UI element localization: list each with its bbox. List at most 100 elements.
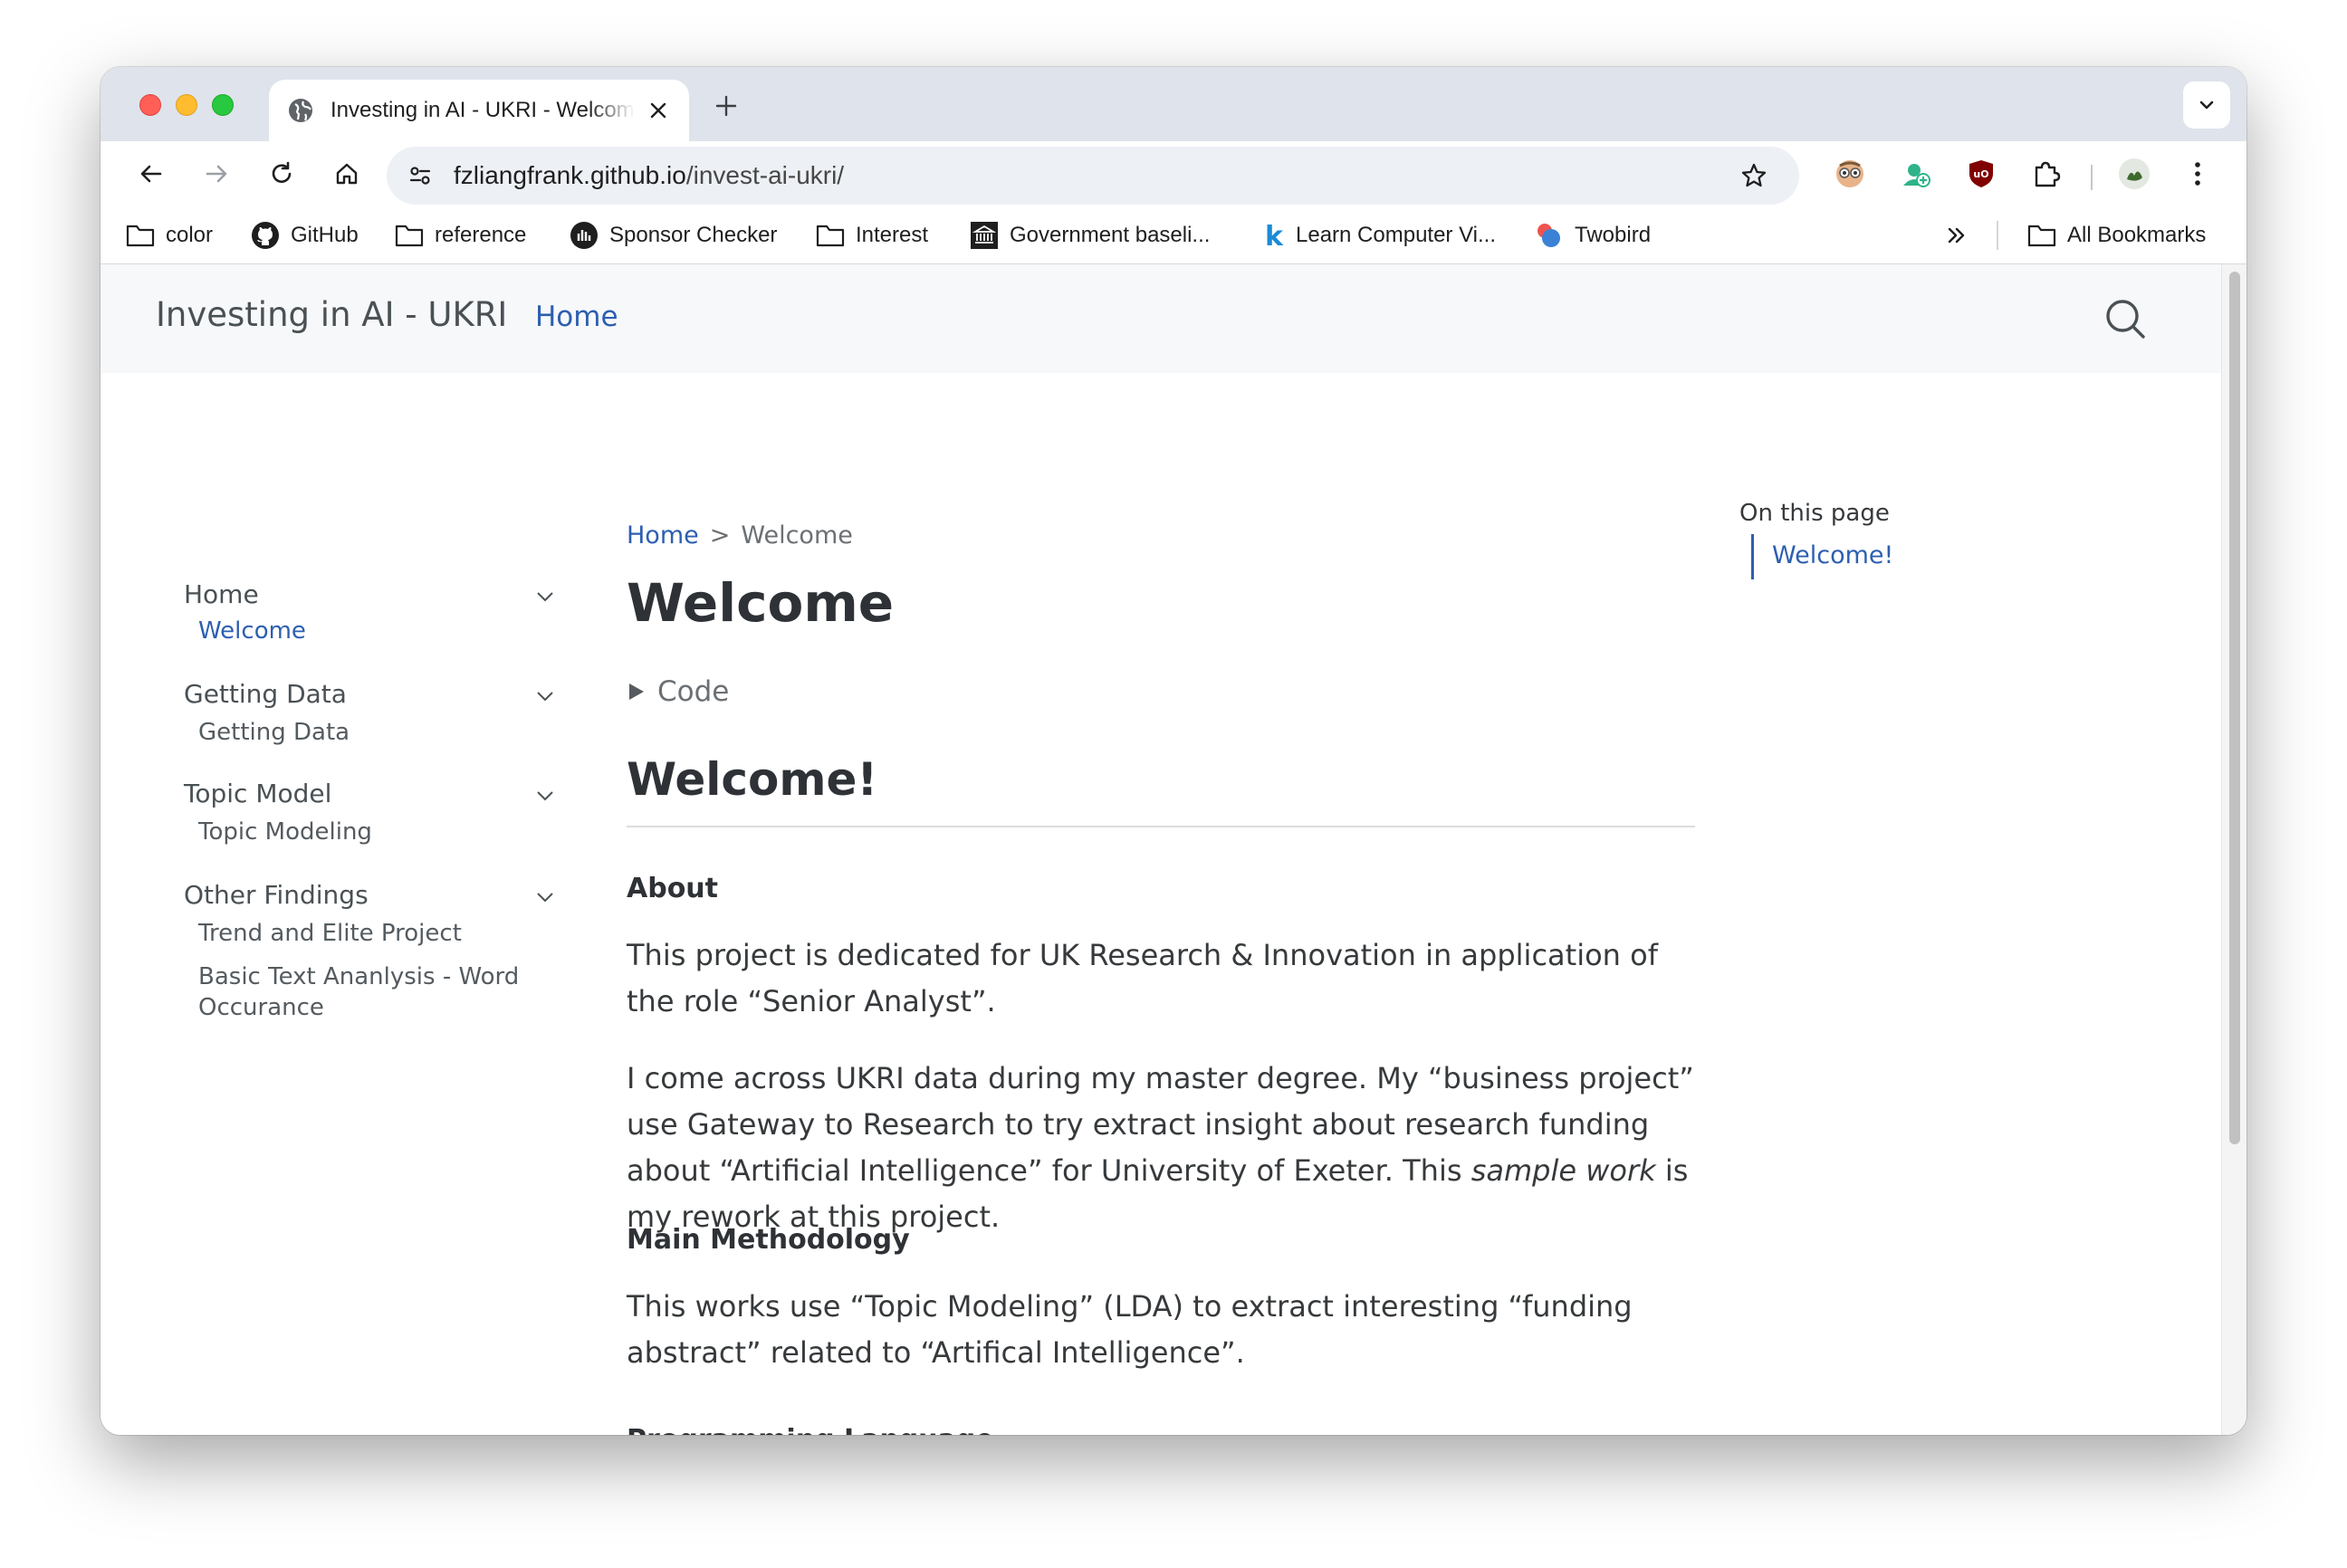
all-bookmarks-button[interactable]: All Bookmarks — [2027, 217, 2206, 253]
bookmark-label: Government baseli... — [1010, 223, 1211, 247]
url-text[interactable]: fzliangfrank.github.io/invest-ai-ukri/ — [454, 161, 844, 190]
bookmark-github[interactable]: GitHub — [251, 217, 359, 253]
toolbar-separator — [2091, 165, 2093, 190]
bookmark-label: Learn Computer Vi... — [1296, 223, 1497, 247]
methodology-heading: Main Methodology — [627, 1224, 910, 1256]
about-paragraph: This project is dedicated for UK Researc… — [627, 938, 1658, 1018]
background-paragraph: I come across UKRI data during my master… — [627, 1056, 1695, 1240]
code-toggle-label: Code — [657, 675, 730, 708]
folder-icon — [816, 225, 845, 247]
chevron-down-icon[interactable] — [532, 583, 559, 610]
methodology-paragraph: This works use “Topic Modeling” (LDA) to… — [627, 1289, 1633, 1370]
chevron-down-icon[interactable] — [532, 683, 559, 710]
bookmarks-overflow-button[interactable] — [1944, 217, 1980, 253]
bookmark-folder-interest[interactable]: Interest — [816, 217, 928, 253]
github-icon — [252, 222, 279, 249]
chevron-down-icon — [2199, 100, 2214, 110]
profile-avatar[interactable] — [2114, 154, 2154, 194]
new-tab-button[interactable] — [709, 89, 743, 123]
k-letter-icon: k — [1265, 221, 1284, 250]
search-button[interactable] — [2102, 295, 2149, 342]
page-scrollbar[interactable] — [2221, 264, 2246, 1435]
code-toggle[interactable]: Code — [627, 675, 729, 708]
folder-icon — [395, 225, 424, 247]
extensions-puzzle-icon[interactable] — [2026, 154, 2066, 194]
breadcrumb-current: Welcome — [741, 521, 853, 550]
home-icon — [336, 163, 358, 185]
double-chevron-right-icon — [1948, 227, 1965, 244]
heading-divider — [627, 826, 1695, 827]
bookmark-label: reference — [435, 223, 527, 247]
bookmark-sponsor-checker[interactable]: Sponsor Checker — [570, 217, 777, 253]
government-icon — [971, 222, 998, 249]
page-viewport: Investing in AI - UKRI Home Home Welcome… — [101, 264, 2246, 1435]
browser-menu-icon[interactable] — [2178, 154, 2218, 194]
close-window-button[interactable] — [139, 94, 161, 116]
forward-button[interactable] — [196, 154, 236, 194]
address-bar[interactable]: fzliangfrank.github.io/invest-ai-ukri/ — [387, 147, 1799, 205]
extension-user-add-icon[interactable] — [1896, 154, 1936, 194]
bookmark-government-baseline[interactable]: Government baseli... — [970, 217, 1210, 253]
sidebar-section-label[interactable]: Getting Data — [184, 679, 347, 709]
arrow-right-icon — [206, 165, 227, 183]
sponsor-checker-icon — [570, 222, 598, 249]
sidebar-section-label[interactable]: Home — [184, 579, 259, 609]
reload-icon — [272, 161, 292, 183]
programming-language-heading: Programming Language — [627, 1424, 994, 1435]
browser-tab-active[interactable]: Investing in AI - UKRI - Welcome — [269, 80, 689, 141]
page-title: Welcome — [627, 572, 895, 634]
bookmark-label: GitHub — [291, 223, 359, 247]
sidebar-section-label[interactable]: Topic Model — [184, 779, 331, 808]
sidebar-item-topic-modeling[interactable]: Topic Modeling — [198, 817, 551, 847]
folder-icon — [2027, 225, 2056, 247]
breadcrumb-separator: > — [709, 521, 731, 550]
home-button[interactable] — [327, 154, 367, 194]
sidebar-item-trend-elite-project[interactable]: Trend and Elite Project — [198, 918, 551, 949]
toc-title: On this page — [1739, 500, 1890, 527]
url-path: /invest-ai-ukri/ — [685, 161, 845, 189]
url-domain: fzliangfrank.github.io — [454, 161, 686, 189]
chevron-down-icon[interactable] — [532, 782, 559, 809]
triangle-right-icon — [629, 684, 644, 700]
back-button[interactable] — [131, 154, 171, 194]
twobird-icon — [1538, 224, 1560, 247]
sidebar-item-word-occurance[interactable]: Basic Text Ananlysis - Word Occurance — [198, 961, 551, 1023]
folder-icon — [126, 225, 155, 247]
bookmark-folder-reference[interactable]: reference — [395, 217, 526, 253]
toc-link-welcome[interactable]: Welcome! — [1772, 541, 1893, 569]
reload-button[interactable] — [262, 154, 302, 194]
bookmark-star-icon[interactable] — [1734, 156, 1774, 196]
close-tab-icon[interactable] — [646, 98, 671, 123]
bookmark-folder-color[interactable]: color — [126, 217, 213, 253]
nav-home-link[interactable]: Home — [535, 301, 618, 333]
bookmark-learn-computer-vision[interactable]: k Learn Computer Vi... — [1261, 217, 1496, 253]
svg-text:uO: uO — [1973, 168, 1988, 180]
sample-work-emphasis: sample work — [1470, 1153, 1656, 1188]
ublock-shield-icon[interactable]: uO — [1961, 154, 2001, 194]
section-heading-welcome: Welcome! — [627, 753, 878, 806]
browser-window: Investing in AI - UKRI - Welcome fzliang… — [101, 67, 2246, 1435]
tab-search-button[interactable] — [2183, 81, 2230, 129]
search-icon — [2106, 300, 2145, 339]
extension-owl-icon[interactable] — [1830, 154, 1870, 194]
sidebar-item-welcome[interactable]: Welcome — [198, 616, 551, 646]
zoom-window-button[interactable] — [212, 94, 234, 116]
site-title[interactable]: Investing in AI - UKRI — [156, 295, 507, 334]
bookmark-label: Twobird — [1575, 223, 1652, 247]
minimize-window-button[interactable] — [176, 94, 197, 116]
site-info-icon[interactable] — [401, 157, 439, 195]
all-bookmarks-label: All Bookmarks — [2067, 223, 2207, 247]
bookmark-label: Sponsor Checker — [609, 223, 778, 247]
arrow-left-icon — [140, 165, 162, 183]
scrollbar-thumb[interactable] — [2229, 272, 2240, 1144]
about-heading: About — [627, 873, 719, 904]
tab-title: Investing in AI - UKRI - Welcome — [330, 98, 635, 122]
tab-strip: Investing in AI - UKRI - Welcome — [101, 67, 2246, 141]
sidebar-section-label[interactable]: Other Findings — [184, 880, 369, 910]
breadcrumb-home-link[interactable]: Home — [627, 521, 699, 550]
bookmarks-bar: color GitHub reference Sponsor Checker I… — [101, 206, 2246, 264]
chevron-down-icon[interactable] — [532, 884, 559, 911]
sidebar-item-getting-data[interactable]: Getting Data — [198, 717, 551, 748]
bookmark-twobird[interactable]: Twobird — [1535, 217, 1651, 253]
globe-icon — [287, 97, 314, 124]
